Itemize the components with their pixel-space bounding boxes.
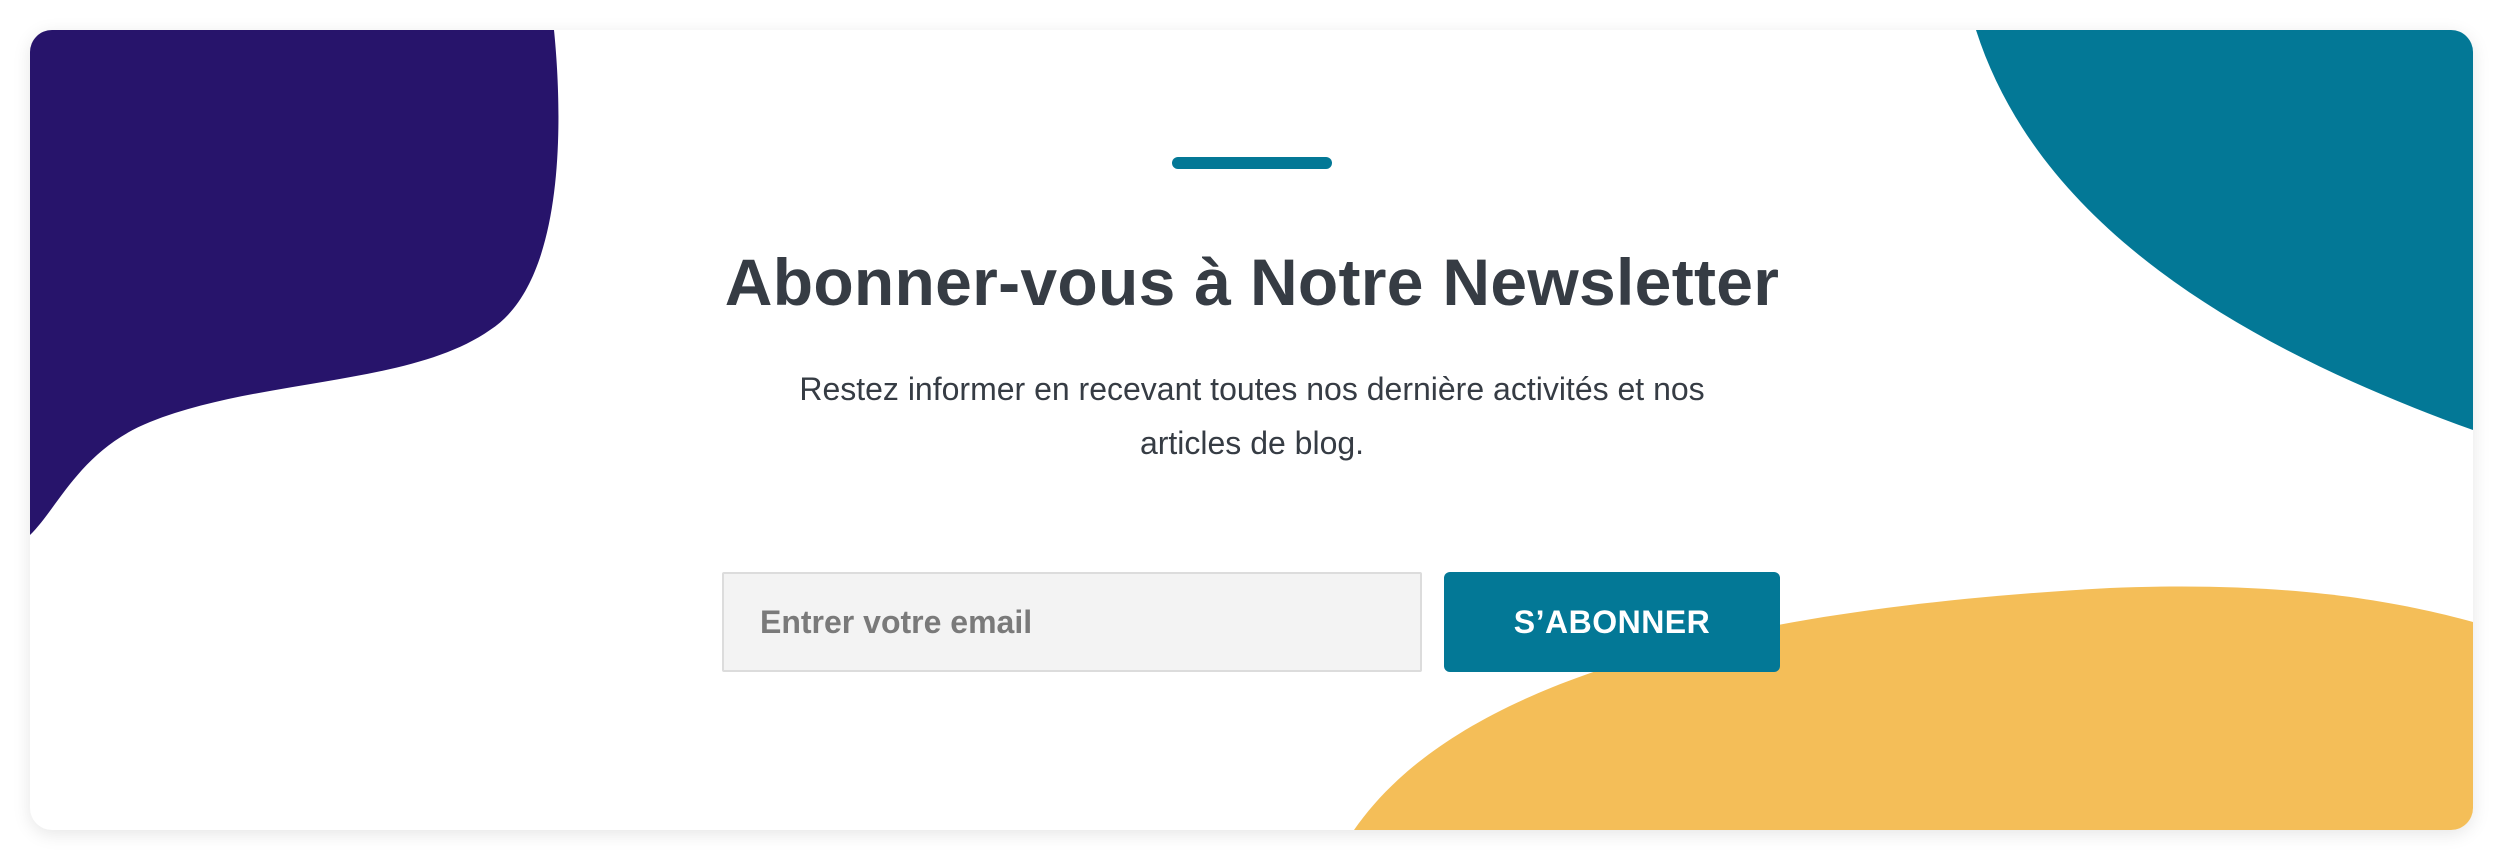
newsletter-card: Abonner-vous à Notre Newsletter Restez i…: [30, 30, 2473, 830]
accent-divider: [1172, 157, 1332, 169]
newsletter-content: Abonner-vous à Notre Newsletter Restez i…: [30, 30, 2473, 830]
newsletter-title: Abonner-vous à Notre Newsletter: [724, 245, 1780, 319]
newsletter-subtitle: Restez informer en recevant toutes nos d…: [799, 371, 1705, 461]
email-input[interactable]: [722, 572, 1422, 672]
subscribe-button[interactable]: S’ABONNER: [1444, 572, 1780, 672]
